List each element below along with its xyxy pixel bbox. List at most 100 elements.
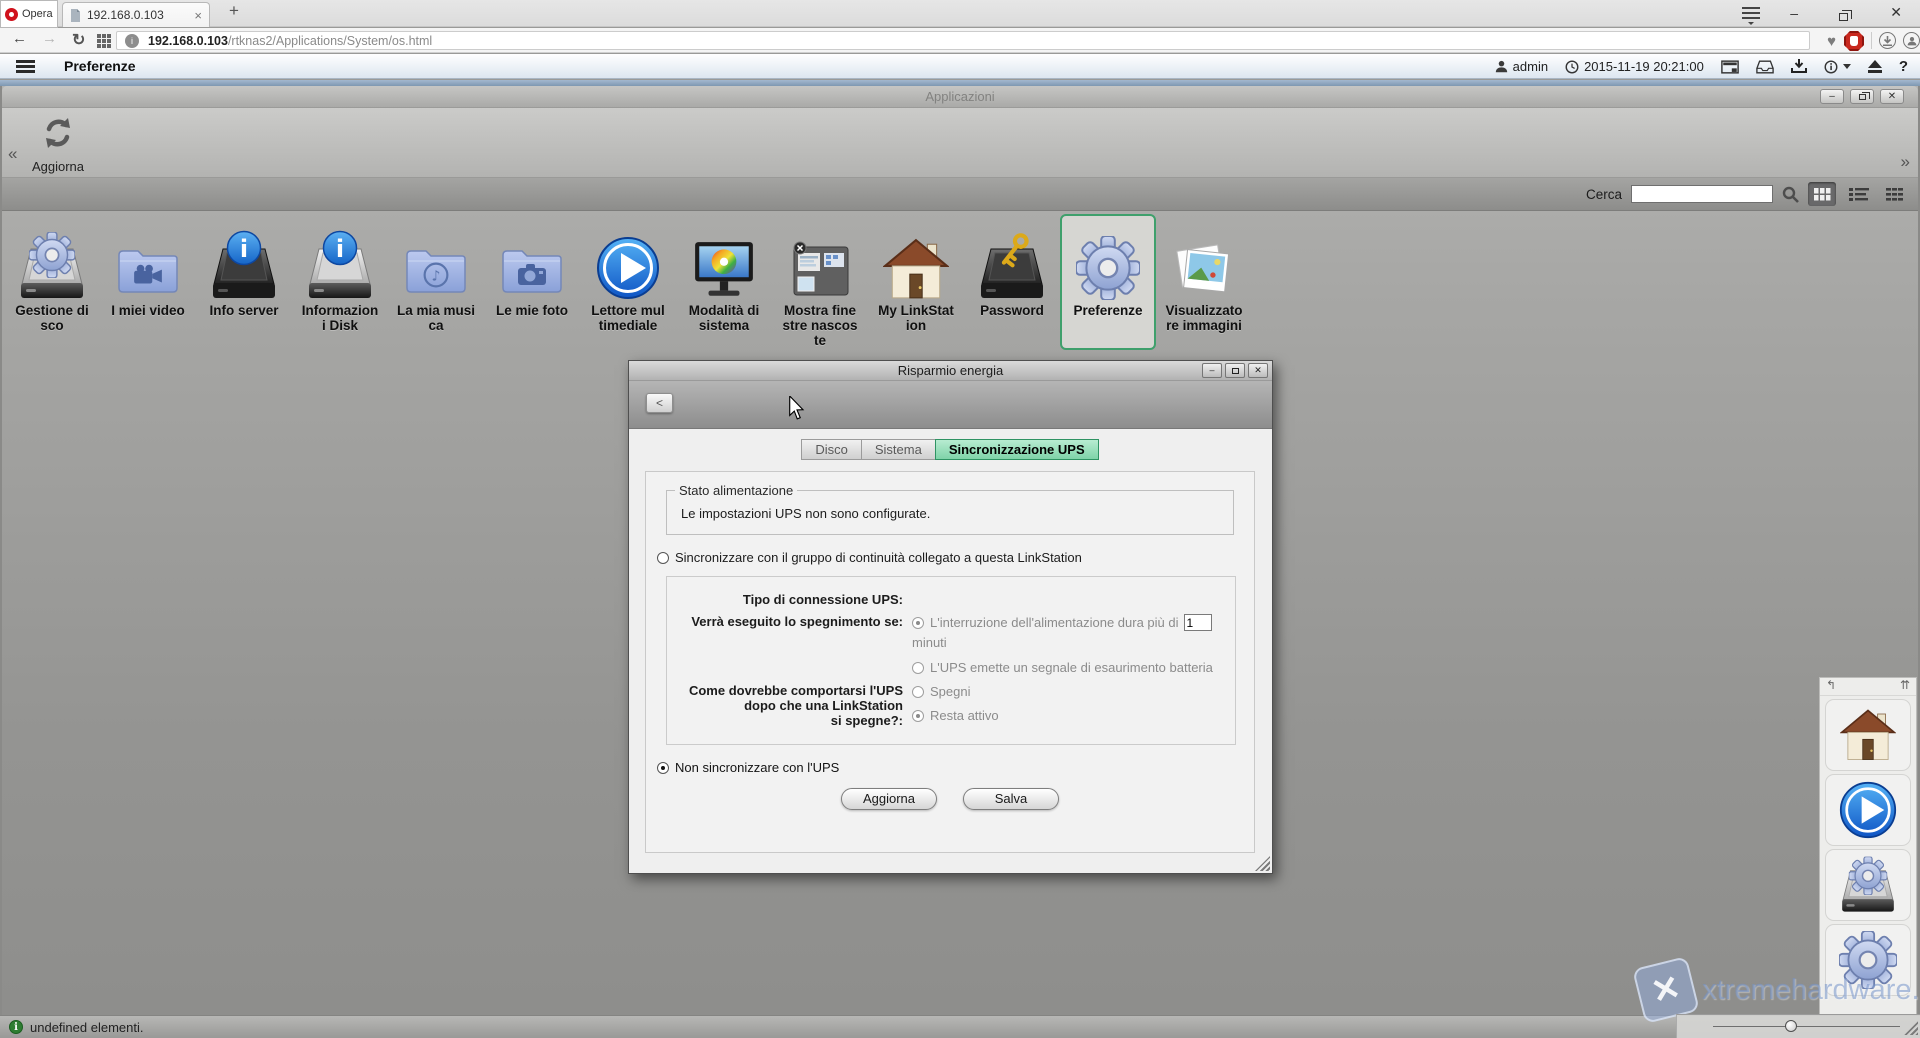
dock-collapse-icon[interactable]: ⇈ [1900,678,1910,692]
dock-back-icon[interactable]: ↰ [1826,678,1836,692]
nosync-radio-label: Non sincronizzare con l'UPS [675,760,839,775]
browser-tab[interactable]: 192.168.0.103 × [62,2,210,27]
app-icon-lettore-multimediale[interactable]: Lettore mul timediale [580,214,676,350]
window-panel-icon[interactable] [1721,60,1739,74]
apps-minimize-button[interactable]: – [1820,89,1844,104]
tab-close-icon[interactable]: × [194,8,202,23]
power-status-legend: Stato alimentazione [675,483,797,498]
app-icon-le-mie-foto[interactable]: Le mie foto [484,214,580,350]
tab-sincronizzazione-ups[interactable]: Sincronizzazione UPS [935,439,1099,460]
dialog-save-button[interactable]: Salva [963,788,1059,810]
spegni-radio-label: Spegni [930,683,970,700]
spegni-radio[interactable] [912,686,924,698]
logged-user[interactable]: admin [1495,59,1548,74]
download-icon[interactable] [1791,59,1807,74]
new-tab-button[interactable]: + [222,1,246,21]
app-icon-modalita-di-sistema[interactable]: Modalità di sistema [676,214,772,350]
refresh-icon [41,116,75,150]
browser-tabstrip: Opera 192.168.0.103 × + – ✕ [0,0,1920,27]
battery-radio[interactable] [912,662,924,674]
tab-sistema[interactable]: Sistema [861,439,936,460]
apps-restore-button[interactable] [1850,89,1874,104]
info-dropdown[interactable] [1824,60,1851,74]
speed-dial-icon[interactable] [97,34,111,48]
collapse-left-icon[interactable]: « [8,144,17,164]
status-text: undefined elementi. [30,1020,143,1035]
datetime-value: 2015-11-19 20:21:00 [1584,59,1704,74]
url-domain: 192.168.0.103 [148,34,228,48]
nosync-radio[interactable] [657,762,669,774]
forward-button[interactable]: → [42,30,57,47]
app-icon-password[interactable]: Password [964,214,1060,350]
dialog-close-button[interactable]: ✕ [1248,363,1268,378]
dialog-restore-button[interactable] [1225,363,1245,378]
window-close-button[interactable]: ✕ [1890,4,1902,21]
resize-grip[interactable] [1904,1021,1918,1035]
app-icon-info-server[interactable]: Info server [196,214,292,350]
restore-icon [1839,13,1848,21]
browser-address-row: ← → ↻ i 192.168.0.103/rtknas2/Applicatio… [0,28,1920,53]
tab-disco[interactable]: Disco [801,439,862,460]
help-icon[interactable]: ? [1899,58,1908,75]
resta-attivo-radio-label: Resta attivo [930,707,999,724]
dock-item-lettore-multimediale[interactable] [1825,774,1911,846]
drive-icon[interactable] [1756,60,1774,74]
slider-track[interactable] [1713,1026,1900,1027]
expand-right-icon[interactable]: » [1901,152,1910,172]
resta-attivo-radio[interactable] [912,710,924,722]
refresh-button[interactable]: Aggiorna [26,116,90,174]
status-bar: i undefined elementi. [0,1015,1920,1038]
view-detail-button[interactable] [1882,182,1910,206]
view-grid-button[interactable] [1808,182,1836,206]
dialog-minimize-button[interactable]: – [1202,363,1222,378]
nosync-radio-row[interactable]: Non sincronizzare con l'UPS [657,760,1254,775]
risparmio-energia-dialog: Risparmio energia – ✕ < Disco Sistema Si… [628,360,1273,874]
sync-radio-label: Sincronizzare con il gruppo di continuit… [675,550,1082,565]
search-icon[interactable] [1782,186,1799,203]
dock-item-my-linkstation[interactable] [1825,699,1911,771]
apps-toolbar: « Aggiorna » [2,108,1918,178]
downloads-icon[interactable] [1879,32,1896,49]
window-restore-button[interactable] [1839,8,1848,26]
view-list-button[interactable] [1845,182,1873,206]
slider-knob[interactable] [1785,1020,1797,1032]
url-path: /rtknas2/Applications/System/os.html [228,34,432,48]
minutes-suffix: minuti [912,634,1225,651]
dialog-back-button[interactable]: < [646,393,673,413]
app-icon-gestione-disco[interactable]: Gestione di sco [4,214,100,350]
app-icon-preferenze[interactable]: Preferenze [1060,214,1156,350]
address-bar[interactable]: i 192.168.0.103/rtknas2/Applications/Sys… [116,31,1810,50]
search-input[interactable] [1631,185,1773,203]
dialog-refresh-button[interactable]: Aggiorna [841,788,937,810]
browser-menu-icon[interactable] [1742,7,1760,28]
sync-radio-row[interactable]: Sincronizzare con il gruppo di continuit… [657,550,1254,565]
dock-item-preferenze[interactable] [1825,924,1911,996]
window-minimize-button[interactable]: – [1790,5,1798,21]
dock-item-gestione-disco[interactable] [1825,849,1911,921]
app-icon-visualizzatore-immagini[interactable]: Visualizzato re immagini [1156,214,1252,350]
sync-radio[interactable] [657,552,669,564]
profile-icon[interactable] [1903,32,1920,49]
ups-behavior-label: Come dovrebbe comportarsi l'UPS dopo che… [671,683,903,728]
applications-window-header[interactable]: Applicazioni [2,86,1918,108]
interruption-radio[interactable] [912,617,924,629]
nas-menu-icon[interactable] [16,60,35,75]
opera-menu-button[interactable]: Opera [0,0,58,28]
dialog-titlebar[interactable]: Risparmio energia – ✕ [629,361,1272,381]
bookmark-heart-icon[interactable]: ♥ [1827,33,1836,50]
eject-icon[interactable] [1868,60,1882,73]
app-icon-my-linkstation[interactable]: My LinkStat ion [868,214,964,350]
site-badge-icon[interactable]: i [125,34,139,48]
dialog-header: < [629,381,1272,429]
app-icon-mostra-finestre-nascoste[interactable]: Mostra fine stre nascos te [772,214,868,350]
app-icon-informazioni-disk[interactable]: Informazion i Disk [292,214,388,350]
reload-button[interactable]: ↻ [72,30,85,50]
minutes-input[interactable] [1184,614,1212,631]
app-icon-la-mia-musica[interactable]: La mia musi ca [388,214,484,350]
back-button[interactable]: ← [12,30,27,47]
tab-title: 192.168.0.103 [87,8,194,22]
adblock-icon[interactable] [1844,31,1864,51]
apps-close-button[interactable]: ✕ [1880,89,1904,104]
restore-icon [1859,94,1866,100]
app-icon-i-miei-video[interactable]: I miei video [100,214,196,350]
